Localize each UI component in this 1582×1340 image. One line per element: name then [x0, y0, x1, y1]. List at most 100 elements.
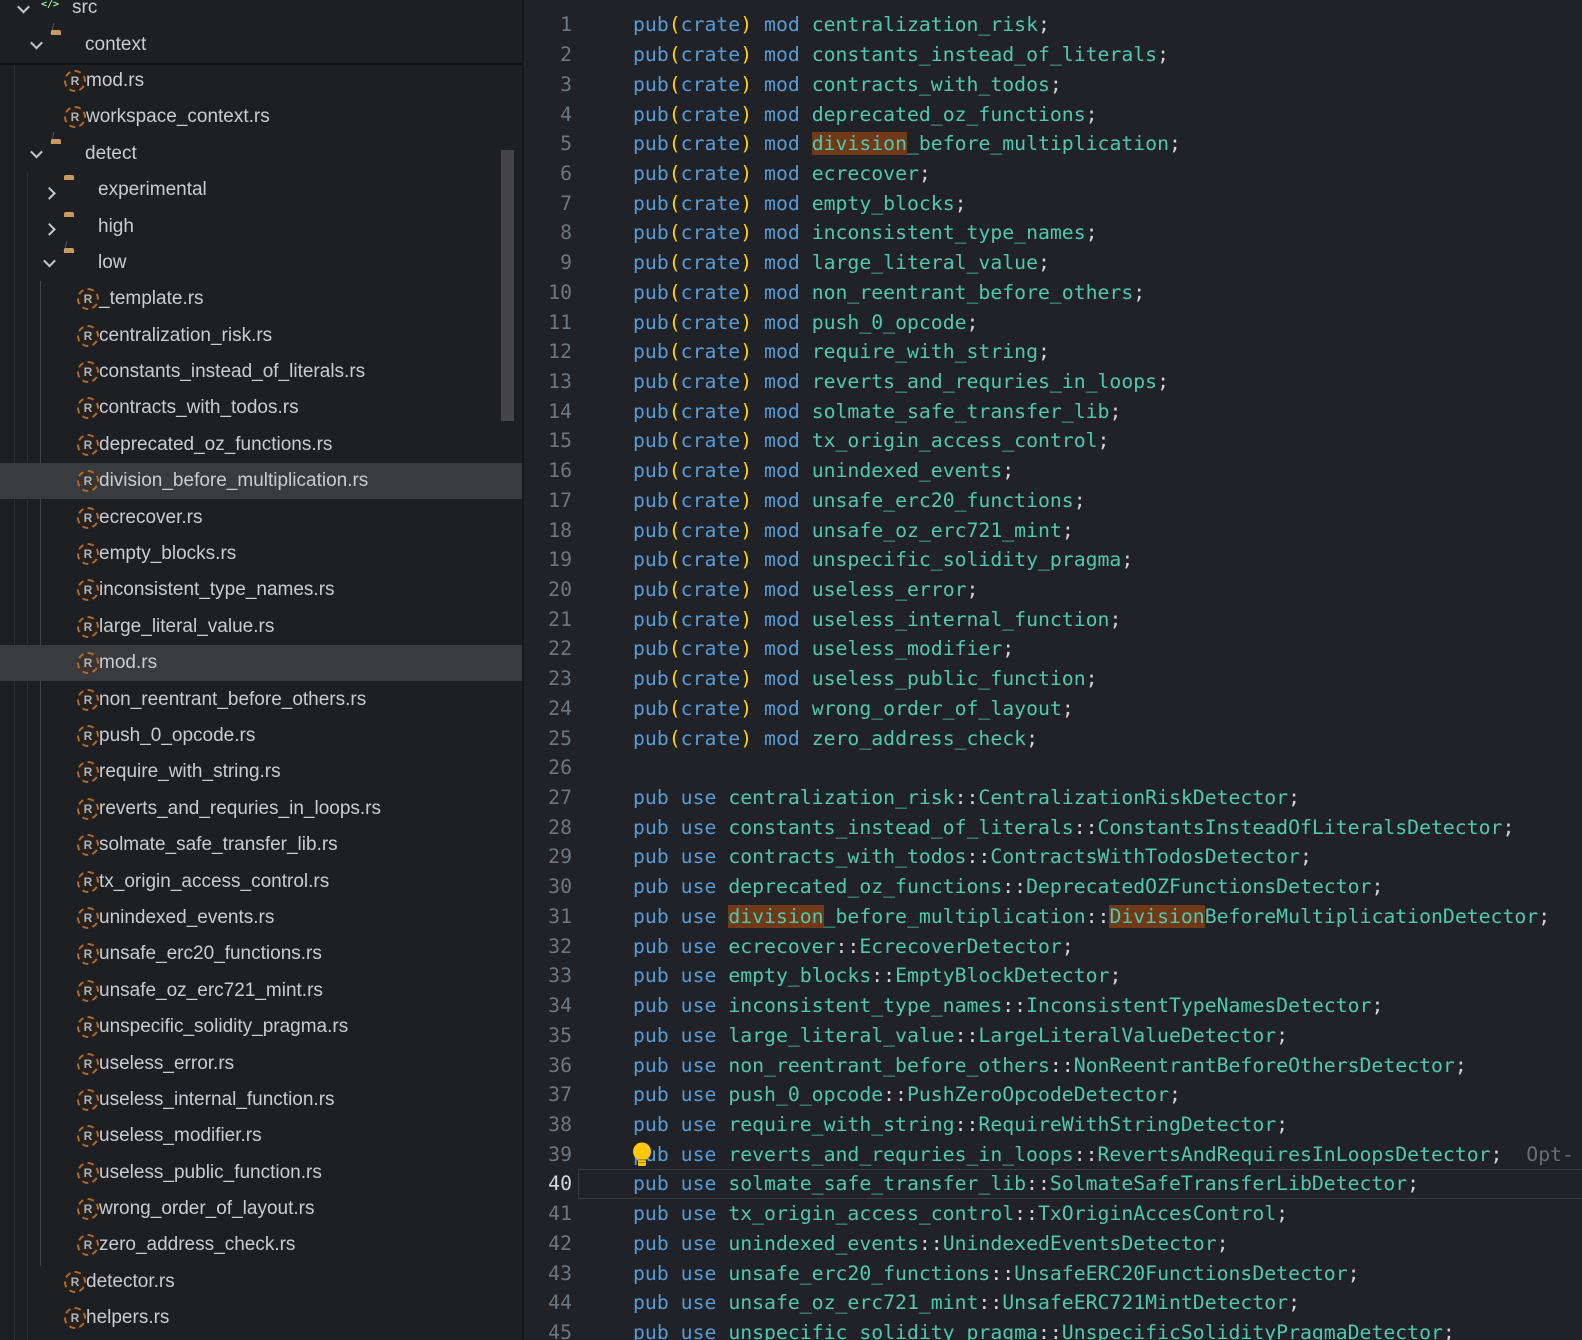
tree-item-mod.rs[interactable]: Rmod.rs [0, 645, 522, 681]
code-line[interactable]: 3pub(crate) mod contracts_with_todos; [524, 69, 1582, 99]
code-line[interactable]: 15pub(crate) mod tx_origin_access_contro… [524, 426, 1582, 456]
tree-item-inconsistent_type_names.rs[interactable]: Rinconsistent_type_names.rs [0, 572, 522, 608]
code-line[interactable]: 11pub(crate) mod push_0_opcode; [524, 307, 1582, 337]
code-line[interactable]: 7pub(crate) mod empty_blocks; [524, 188, 1582, 218]
tree-item-constants_instead_of_literals.rs[interactable]: Rconstants_instead_of_literals.rs [0, 354, 522, 390]
tree-item-unspecific_solidity_pragma.rs[interactable]: Runspecific_solidity_pragma.rs [0, 1009, 522, 1045]
code-line[interactable]: 44pub use unsafe_oz_erc721_mint::UnsafeE… [524, 1288, 1582, 1318]
chevron-down-icon[interactable] [30, 146, 43, 159]
tree-item-tx_origin_access_control.rs[interactable]: Rtx_origin_access_control.rs [0, 863, 522, 899]
code-line[interactable]: 20pub(crate) mod useless_error; [524, 575, 1582, 605]
tree-item-empty_blocks.rs[interactable]: Rempty_blocks.rs [0, 536, 522, 572]
code-line[interactable]: 2pub(crate) mod constants_instead_of_lit… [524, 40, 1582, 70]
code-line[interactable]: 14pub(crate) mod solmate_safe_transfer_l… [524, 396, 1582, 426]
tree-item-experimental[interactable]: experimental [0, 172, 522, 208]
code-line[interactable]: 1pub(crate) mod centralization_risk; [524, 10, 1582, 40]
tree-item-src[interactable]: </>src [0, 0, 522, 26]
code-line-text: pub use unsafe_erc20_functions::UnsafeER… [572, 1262, 1360, 1285]
code-line[interactable]: 23pub(crate) mod useless_public_function… [524, 664, 1582, 694]
chevron-down-icon[interactable] [30, 37, 43, 50]
code-editor[interactable]: 1pub(crate) mod centralization_risk;2pub… [524, 0, 1582, 1340]
tree-item-reverts_and_requries_in_loops.rs[interactable]: Rreverts_and_requries_in_loops.rs [0, 791, 522, 827]
tree-item-non_reentrant_before_others.rs[interactable]: Rnon_reentrant_before_others.rs [0, 681, 522, 717]
rust-file-icon: R [77, 1016, 99, 1038]
rust-file-icon: R [77, 871, 99, 893]
tree-item-label: wrong_order_of_layout.rs [99, 1198, 314, 1220]
code-line[interactable]: 43pub use unsafe_erc20_functions::Unsafe… [524, 1258, 1582, 1288]
code-line[interactable]: 34pub use inconsistent_type_names::Incon… [524, 991, 1582, 1021]
code-line[interactable]: 31pub use division_before_multiplication… [524, 902, 1582, 932]
sidebar-scrollbar-thumb[interactable] [501, 150, 514, 421]
code-line[interactable]: 12pub(crate) mod require_with_string; [524, 337, 1582, 367]
chevron-right-icon[interactable] [43, 187, 56, 200]
code-line[interactable]: 24pub(crate) mod wrong_order_of_layout; [524, 694, 1582, 724]
tree-item-useless_modifier.rs[interactable]: Ruseless_modifier.rs [0, 1118, 522, 1154]
code-line[interactable]: 19pub(crate) mod unspecific_solidity_pra… [524, 545, 1582, 575]
chevron-down-icon[interactable] [17, 0, 30, 13]
code-line[interactable]: 45pub use unspecific_solidity_pragma::Un… [524, 1318, 1582, 1340]
code-line[interactable]: 33pub use empty_blocks::EmptyBlockDetect… [524, 961, 1582, 991]
tree-item-detect[interactable]: detect [0, 136, 522, 172]
code-line[interactable]: 18pub(crate) mod unsafe_oz_erc721_mint; [524, 515, 1582, 545]
tree-item-large_literal_value.rs[interactable]: Rlarge_literal_value.rs [0, 609, 522, 645]
code-line[interactable]: 38pub use require_with_string::RequireWi… [524, 1110, 1582, 1140]
tree-item-useless_error.rs[interactable]: Ruseless_error.rs [0, 1045, 522, 1081]
code-line[interactable]: 17pub(crate) mod unsafe_erc20_functions; [524, 486, 1582, 516]
tree-item-useless_internal_function.rs[interactable]: Ruseless_internal_function.rs [0, 1082, 522, 1118]
tree-item-low[interactable]: low [0, 245, 522, 281]
rust-file-icon: R [77, 689, 99, 711]
tree-item-require_with_string.rs[interactable]: Rrequire_with_string.rs [0, 754, 522, 790]
tree-item-division_before_multiplication.rs[interactable]: Rdivision_before_multiplication.rs [0, 463, 522, 499]
tree-item-detector.rs[interactable]: Rdetector.rs [0, 1264, 522, 1300]
code-line[interactable]: 32pub use ecrecover::EcrecoverDetector; [524, 931, 1582, 961]
tree-item-_template.rs[interactable]: R_template.rs [0, 281, 522, 317]
tree-item-contracts_with_todos.rs[interactable]: Rcontracts_with_todos.rs [0, 390, 522, 426]
code-line[interactable]: 10pub(crate) mod non_reentrant_before_ot… [524, 277, 1582, 307]
tree-item-high[interactable]: high [0, 208, 522, 244]
code-line[interactable]: 30pub use deprecated_oz_functions::Depre… [524, 872, 1582, 902]
code-line[interactable]: 22pub(crate) mod useless_modifier; [524, 634, 1582, 664]
code-line[interactable]: 28pub use constants_instead_of_literals:… [524, 812, 1582, 842]
code-line[interactable]: 8pub(crate) mod inconsistent_type_names; [524, 218, 1582, 248]
lightbulb-icon[interactable] [631, 1141, 653, 1168]
tree-item-mod.rs[interactable]: Rmod.rs [0, 63, 522, 99]
tree-item-unsafe_erc20_functions.rs[interactable]: Runsafe_erc20_functions.rs [0, 936, 522, 972]
tree-item-push_0_opcode.rs[interactable]: Rpush_0_opcode.rs [0, 718, 522, 754]
tree-item-ecrecover.rs[interactable]: Recrecover.rs [0, 499, 522, 535]
tree-item-label: non_reentrant_before_others.rs [99, 689, 366, 711]
code-line[interactable]: 13pub(crate) mod reverts_and_requries_in… [524, 367, 1582, 397]
code-line[interactable]: 37pub use push_0_opcode::PushZeroOpcodeD… [524, 1080, 1582, 1110]
tree-item-zero_address_check.rs[interactable]: Rzero_address_check.rs [0, 1227, 522, 1263]
tree-item-deprecated_oz_functions.rs[interactable]: Rdeprecated_oz_functions.rs [0, 427, 522, 463]
code-line[interactable]: 5pub(crate) mod division_before_multipli… [524, 129, 1582, 159]
code-line[interactable]: 39pub use reverts_and_requries_in_loops:… [524, 1139, 1582, 1169]
line-number: 40 [524, 1172, 572, 1195]
chevron-right-icon[interactable] [43, 223, 56, 236]
tree-item-workspace_context.rs[interactable]: Rworkspace_context.rs [0, 99, 522, 135]
code-line[interactable]: 36pub use non_reentrant_before_others::N… [524, 1050, 1582, 1080]
tree-item-helpers.rs[interactable]: Rhelpers.rs [0, 1300, 522, 1336]
code-line[interactable]: 9pub(crate) mod large_literal_value; [524, 248, 1582, 278]
tree-item-centralization_risk.rs[interactable]: Rcentralization_risk.rs [0, 318, 522, 354]
code-line[interactable]: 27pub use centralization_risk::Centraliz… [524, 783, 1582, 813]
code-line[interactable]: 35pub use large_literal_value::LargeLite… [524, 1020, 1582, 1050]
tree-item-unindexed_events.rs[interactable]: Runindexed_events.rs [0, 900, 522, 936]
tree-item-unsafe_oz_erc721_mint.rs[interactable]: Runsafe_oz_erc721_mint.rs [0, 973, 522, 1009]
code-line-text: pub(crate) mod useless_internal_function… [572, 608, 1121, 631]
code-line[interactable]: 16pub(crate) mod unindexed_events; [524, 456, 1582, 486]
chevron-down-icon[interactable] [43, 255, 56, 268]
code-line[interactable]: 6pub(crate) mod ecrecover; [524, 159, 1582, 189]
code-line[interactable]: 25pub(crate) mod zero_address_check; [524, 723, 1582, 753]
tree-item-wrong_order_of_layout.rs[interactable]: Rwrong_order_of_layout.rs [0, 1191, 522, 1227]
code-line[interactable]: 40pub use solmate_safe_transfer_lib::Sol… [524, 1169, 1582, 1199]
code-line[interactable]: 42pub use unindexed_events::UnindexedEve… [524, 1228, 1582, 1258]
code-line[interactable]: 4pub(crate) mod deprecated_oz_functions; [524, 99, 1582, 129]
tree-item-context[interactable]: context [0, 26, 522, 62]
code-line[interactable]: 21pub(crate) mod useless_internal_functi… [524, 604, 1582, 634]
code-line[interactable]: 41pub use tx_origin_access_control::TxOr… [524, 1199, 1582, 1229]
line-number: 5 [524, 132, 572, 155]
tree-item-useless_public_function.rs[interactable]: Ruseless_public_function.rs [0, 1155, 522, 1191]
code-line[interactable]: 26 [524, 753, 1582, 783]
code-line[interactable]: 29pub use contracts_with_todos::Contract… [524, 842, 1582, 872]
tree-item-solmate_safe_transfer_lib.rs[interactable]: Rsolmate_safe_transfer_lib.rs [0, 827, 522, 863]
